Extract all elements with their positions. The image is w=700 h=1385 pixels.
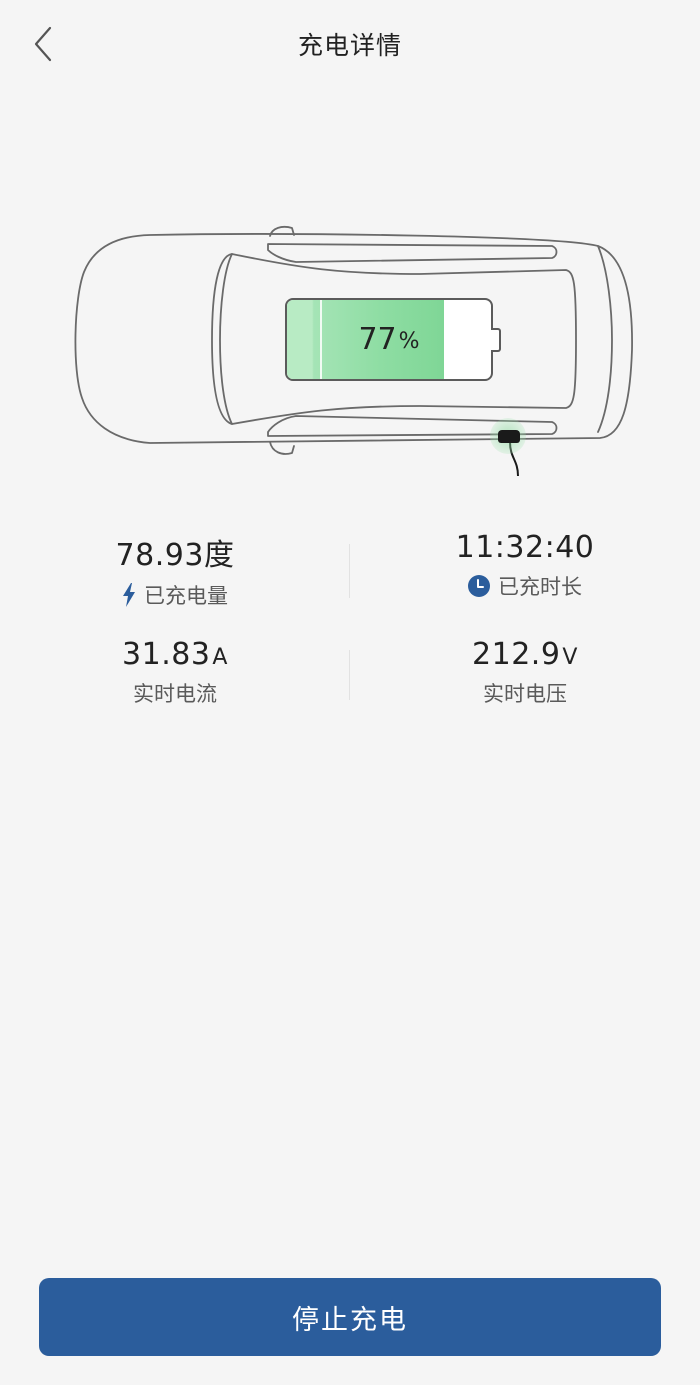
battery-percent-value: 77 — [358, 322, 397, 357]
voltage-unit: V — [562, 645, 578, 670]
stop-charging-button[interactable]: 停止充电 — [39, 1278, 661, 1356]
charged-energy-number: 78.93 — [115, 538, 204, 573]
charging-details-page: 充电详情 77 % 78.93度 已充电量 11:32:40 已充时长 31.8… — [0, 0, 700, 1385]
charged-time-label: 已充时长 — [498, 575, 582, 599]
current-label: 实时电流 — [133, 682, 217, 706]
clock-icon — [468, 575, 490, 597]
charged-energy-label-row: 已充电量 — [0, 580, 350, 610]
charged-energy-unit: 度 — [203, 538, 235, 573]
voltage-value: 212.9V — [350, 637, 700, 672]
stat-current: 31.83A 实时电流 — [0, 637, 350, 708]
header: 充电详情 — [0, 0, 700, 90]
stat-voltage: 212.9V 实时电压 — [350, 637, 700, 708]
battery-percent-unit: % — [398, 329, 420, 354]
stat-charged-energy: 78.93度 已充电量 — [0, 530, 350, 610]
charging-plug-icon — [498, 430, 520, 443]
charged-time-label-row: 已充时长 — [350, 571, 700, 601]
current-number: 31.83 — [122, 637, 211, 672]
current-value: 31.83A — [0, 637, 350, 672]
battery-percent: 77% — [285, 298, 493, 381]
voltage-label: 实时电压 — [483, 682, 567, 706]
charged-energy-value: 78.93度 — [0, 530, 350, 574]
lightning-icon — [123, 583, 135, 607]
voltage-number: 212.9 — [472, 637, 561, 672]
page-title: 充电详情 — [297, 31, 402, 60]
stat-charged-time: 11:32:40 已充时长 — [350, 530, 700, 601]
charged-time-value: 11:32:40 — [455, 530, 595, 565]
car-illustration: 77% — [0, 210, 700, 490]
current-unit: A — [212, 645, 228, 670]
charged-energy-label: 已充电量 — [144, 584, 228, 608]
